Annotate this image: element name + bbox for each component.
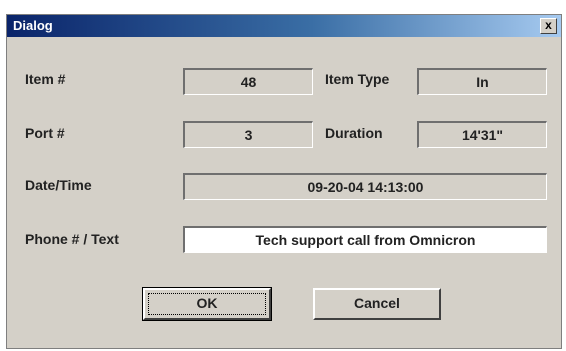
phone-text-input[interactable]: Tech support call from Omnicron: [183, 226, 547, 253]
cancel-button[interactable]: Cancel: [313, 288, 441, 320]
ok-button[interactable]: OK: [142, 287, 272, 321]
item-type-label: Item Type: [325, 71, 390, 87]
cancel-button-label: Cancel: [354, 295, 400, 311]
close-icon[interactable]: x: [540, 18, 557, 34]
dialog-window: Dialog x Item # 48 Item Type In Port # 3…: [6, 14, 562, 349]
window-title: Dialog: [13, 18, 53, 33]
item-number-field: 48: [183, 68, 313, 95]
item-number-label: Item #: [25, 71, 66, 87]
duration-label: Duration: [325, 125, 383, 141]
date-time-field: 09-20-04 14:13:00: [183, 173, 547, 200]
port-number-label: Port #: [25, 125, 65, 141]
focus-rectangle: [148, 293, 266, 315]
item-type-field: In: [417, 68, 547, 95]
duration-field: 14'31": [417, 121, 547, 148]
date-time-label: Date/Time: [25, 177, 92, 193]
phone-text-label: Phone # / Text: [25, 231, 119, 247]
title-bar[interactable]: Dialog x: [7, 15, 561, 37]
port-number-field: 3: [183, 121, 313, 148]
